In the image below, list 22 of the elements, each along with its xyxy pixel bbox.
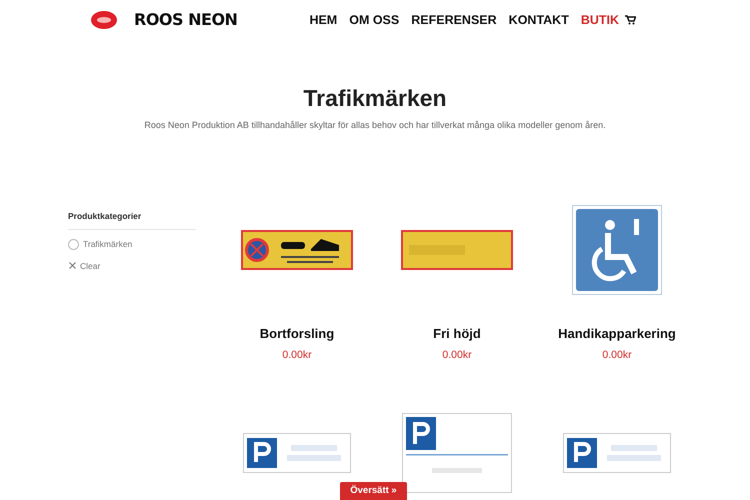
- nav-link[interactable]: OM OSS: [343, 10, 406, 30]
- product-price: 0.00kr: [602, 348, 632, 363]
- sidebar-heading: Produktkategorier: [68, 210, 196, 230]
- logo-icon: [90, 10, 118, 30]
- product-name[interactable]: Fri höjd: [433, 324, 481, 344]
- clear-filter-link[interactable]: Clear: [68, 258, 102, 274]
- nav-link[interactable]: REFERENSER: [405, 10, 503, 30]
- radio-button[interactable]: [68, 238, 79, 250]
- page-title: Trafikmärken: [302, 85, 448, 113]
- page-description: Roos Neon Produktion AB tillhandahåller skyltar för allas behov och har tillverkat många olika modeller genom åren.: [143, 118, 607, 132]
- nav-link[interactable]: KONTAKT: [502, 10, 575, 30]
- product-name[interactable]: Handikapparkering: [558, 324, 676, 344]
- product-name[interactable]: Bortforsling: [260, 324, 334, 344]
- product-price: 0.00kr: [282, 348, 312, 363]
- cart-icon[interactable]: [625, 15, 636, 25]
- nav-link[interactable]: BUTIK: [574, 10, 626, 30]
- nav-link[interactable]: HEM: [303, 10, 344, 30]
- translate-button[interactable]: Översätt »: [340, 482, 407, 500]
- logo-text[interactable]: ROOS NEON: [134, 8, 238, 32]
- category-label[interactable]: Trafikmärken: [83, 238, 132, 251]
- product-price: 0.00kr: [442, 348, 472, 363]
- close-icon: [69, 262, 76, 270]
